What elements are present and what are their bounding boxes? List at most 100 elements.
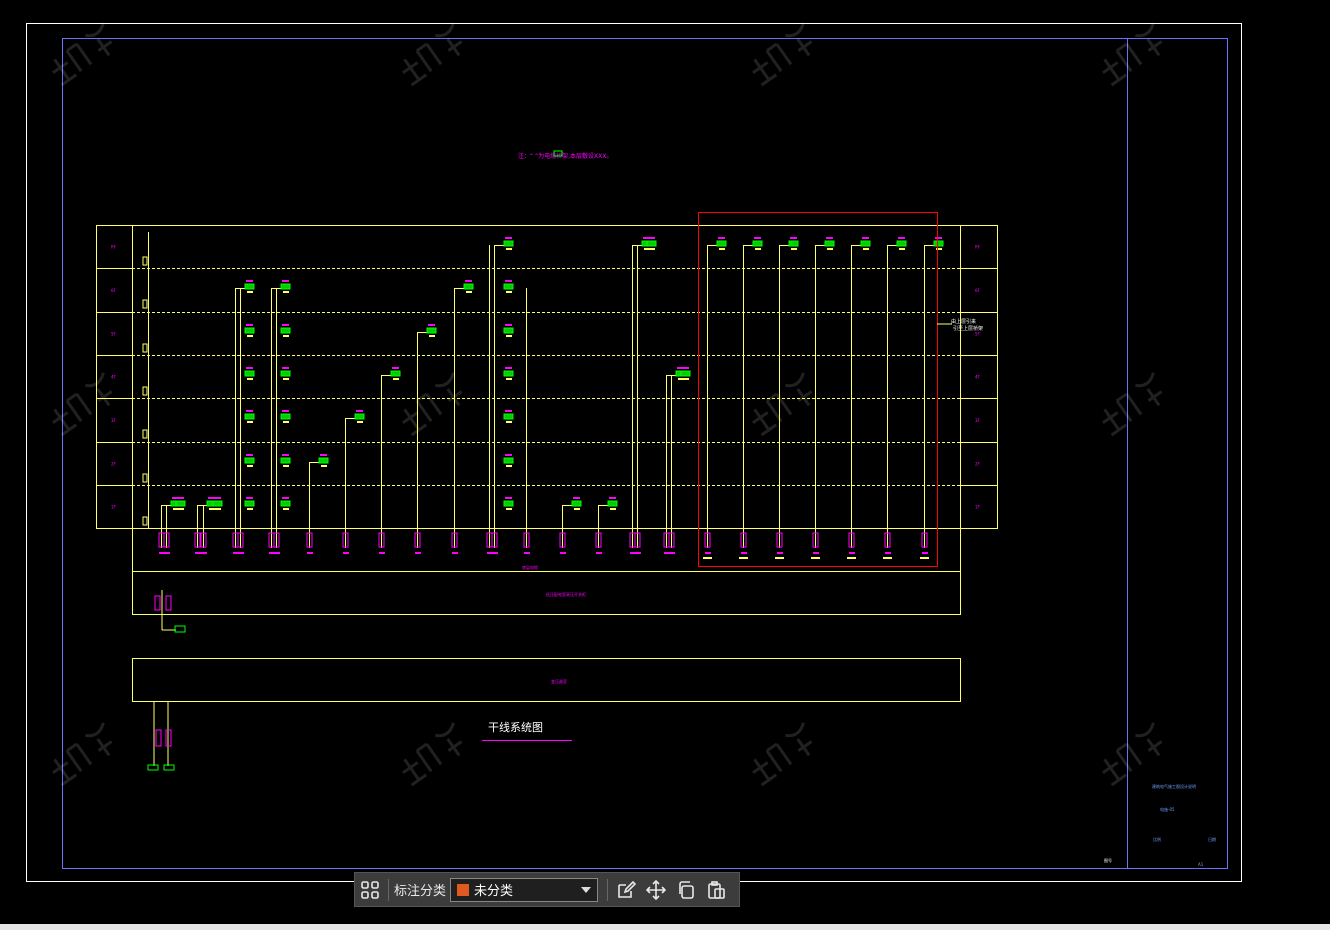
toolbar-divider [607,878,609,901]
distribution-sub-mark [466,291,472,293]
breaker-label-mark [705,552,711,554]
distribution-label-mark [246,280,253,282]
distribution-sub-mark [506,421,512,423]
breaker-label-mark [813,552,819,554]
right-note-1: 由上层引来 [951,318,976,325]
distribution-box [244,370,255,377]
breaker-label-mark [560,552,566,554]
watermark [752,372,813,437]
distribution-label-mark [898,237,905,239]
distribution-box [752,240,763,247]
floor-label-right: 3F [975,418,981,423]
breaker-sub-mark [883,557,892,559]
floor-label-left: 4F [111,375,117,380]
distribution-sub-mark [899,248,905,250]
copy-icon[interactable] [671,875,701,905]
distribution-sub-mark [683,378,689,380]
watermark [402,372,463,437]
distribution-box [244,500,255,507]
cad-viewer[interactable]: 注：“ ”为电缆桥架,本层敷设XXX。 RF RF 6F 6F 5F 5F 4F 4F 3F 3F… [0,0,1330,924]
distribution-label-mark [246,497,253,499]
distribution-label-mark [790,237,797,239]
distribution-sub-mark [719,248,725,250]
distribution-sub-mark [863,248,869,250]
distribution-sub-mark [283,508,289,510]
distribution-box [280,370,291,377]
breaker-label-mark [524,552,530,554]
annotation-category-label: 标注分类 [394,884,447,899]
watermarks [52,22,1163,787]
tb-line-1: 建筑电气施工图设计说明 [1152,783,1196,789]
distribution-box [280,457,291,464]
lower-feeders [147,590,186,771]
status-strip [0,924,1330,930]
distribution-sub-mark [827,248,833,250]
watermark [402,22,463,87]
distribution-sub-mark [283,378,289,380]
distribution-label-mark [246,324,253,326]
distribution-sub-mark [209,508,215,510]
distribution-label-mark [754,237,761,239]
right-note-2: 引至上层桥架 [953,325,983,332]
distribution-sub-mark [574,508,580,510]
distribution-label-mark [428,324,435,326]
watermark [752,22,813,87]
distribution-box [280,283,291,290]
outer-border [26,23,1242,882]
distribution-box [896,240,907,247]
distribution-sub-mark [506,335,512,337]
distribution-box [824,240,835,247]
transformer-label: 变压器室 [551,678,567,684]
category-select[interactable]: 未分类 [450,877,599,902]
tb-corner: 图号 [1104,857,1112,863]
paste-icon[interactable] [701,875,731,905]
distribution-sub-mark [755,248,761,250]
distribution-label-mark [505,410,512,412]
breaker-label-mark [849,552,855,554]
breaker-label-mark [201,552,207,554]
distribution-label-mark [505,237,512,239]
breaker-label-mark [596,552,602,554]
move-icon[interactable] [641,875,671,905]
distribution-sub-mark [429,335,435,337]
floor-label-left: 2F [111,462,117,467]
distribution-box [503,327,514,334]
distribution-box [280,413,291,420]
distribution-sub-mark [791,248,797,250]
bus-mark [142,343,148,353]
transformer-box [132,658,961,702]
distribution-label-mark [208,497,215,499]
breaker-label-mark [452,552,458,554]
grid-icon[interactable] [355,875,385,905]
distribution-label-mark [282,410,289,412]
breaker-label-mark [635,552,641,554]
distribution-sub-mark [357,421,363,423]
distribution-box [788,240,799,247]
distribution-sub-mark [215,508,221,510]
distribution-label-mark [392,367,399,369]
distribution-label-mark [826,237,833,239]
distribution-box [503,283,514,290]
floor-label-left: 3F [111,418,117,423]
distribution-sub-mark [283,465,289,467]
distribution-box [503,413,514,420]
breaker-label-mark [741,552,747,554]
bus-box [132,528,961,572]
distribution-box [646,240,657,247]
distribution-label-mark [648,237,655,239]
distribution-box [503,500,514,507]
riser-lines [161,245,934,548]
distribution-sub-mark [610,508,616,510]
riser-grid: RF RF 6F 6F 5F 5F 4F 4F 3F 3F 2F 2F 1F 1F [96,225,998,615]
breaker-sub-mark [703,557,712,559]
bus-label: 底层电缆 [522,564,538,570]
watermark [402,722,463,787]
distribution-sub-mark [649,248,655,250]
distribution-sub-mark [247,465,253,467]
distribution-label-mark [573,497,580,499]
distribution-box [390,370,401,377]
edit-icon[interactable] [611,875,641,905]
distribution-sub-mark [283,421,289,423]
breaker-label-mark [164,552,170,554]
distribution-sub-mark [506,465,512,467]
